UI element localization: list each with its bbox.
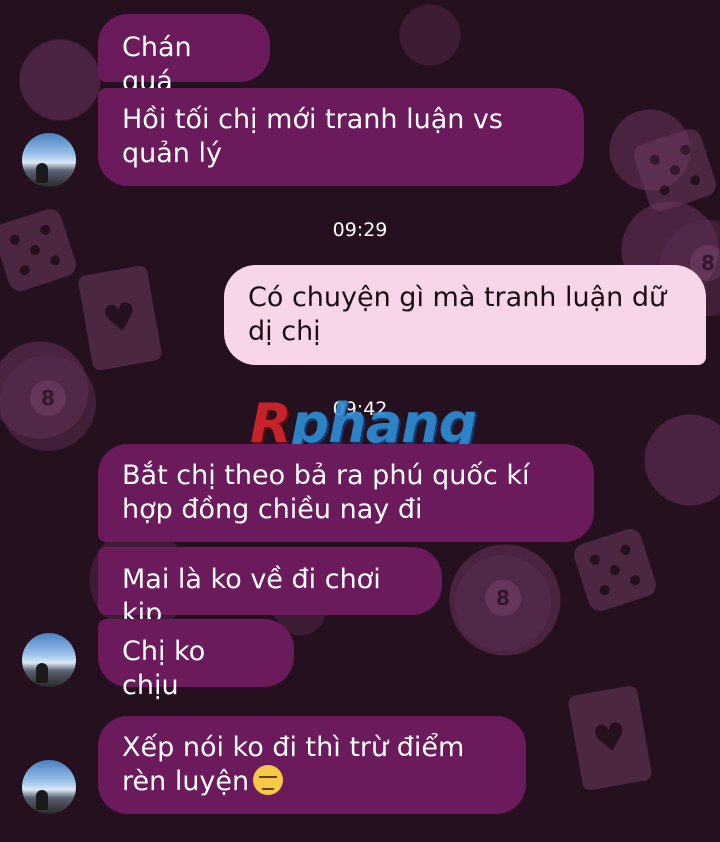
message-text: Có chuyện gì mà tranh luận dữ dị chị: [248, 282, 667, 347]
incoming-message[interactable]: Bắt chị theo bả ra phú quốc kí hợp đồng …: [98, 444, 594, 542]
message-text: Bắt chị theo bả ra phú quốc kí hợp đồng …: [122, 460, 530, 525]
incoming-message[interactable]: Chị ko chịu: [98, 619, 294, 701]
message-text: Hồi tối chị mới tranh luận vs quản lý: [122, 104, 503, 169]
unamused-face-icon: [253, 765, 284, 795]
contact-avatar[interactable]: [22, 633, 76, 687]
eight-ball-decoration: [455, 555, 551, 651]
incoming-message[interactable]: Xếp nói ko đi thì trừ điểm rèn luyện: [98, 716, 526, 814]
timestamp: 09:29: [332, 219, 388, 241]
incoming-message[interactable]: Hồi tối chị mới tranh luận vs quản lý: [98, 88, 584, 186]
incoming-message[interactable]: Mai là ko về đi chơi kịp: [98, 547, 442, 629]
contact-avatar[interactable]: [22, 133, 76, 187]
incoming-message[interactable]: Chán quá: [98, 14, 270, 97]
outgoing-message[interactable]: Có chuyện gì mà tranh luận dữ dị chị: [224, 265, 706, 365]
message-text: Xếp nói ko đi thì trừ điểm rèn luyện: [122, 732, 465, 797]
contact-avatar[interactable]: [22, 760, 76, 814]
eight-ball-decoration: [0, 355, 96, 451]
